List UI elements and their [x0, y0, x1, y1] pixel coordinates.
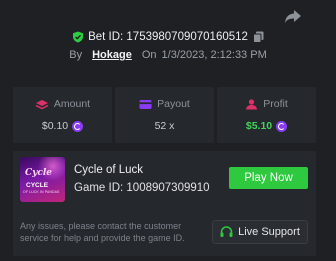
game-thumbnail[interactable]: Cycle CYCLE OF LUCK IN PANDAS	[20, 157, 65, 202]
on-label: On	[141, 49, 157, 61]
support-note: Any issues, please contact the customer …	[20, 221, 185, 243]
coin-icon	[72, 120, 84, 132]
stat-amount: Amount $0.10	[13, 87, 112, 143]
bet-datetime: 1/3/2023, 2:12:33 PM	[161, 49, 267, 61]
copy-bet-id-icon[interactable]	[252, 31, 264, 43]
bet-id-row: Bet ID: 1753980709070160512	[0, 29, 336, 45]
stat-payout: Payout 52 x	[115, 87, 214, 143]
bet-id: Bet ID: 1753980709070160512	[88, 31, 248, 43]
amount-icon	[35, 99, 49, 109]
user-link[interactable]: Hokage	[92, 49, 132, 61]
share-icon[interactable]	[283, 6, 303, 26]
stat-payout-label: Payout	[157, 98, 190, 110]
play-now-button[interactable]: Play Now	[229, 167, 308, 189]
game-name: Cycle of Luck	[74, 164, 144, 176]
stat-profit-label: Profit	[263, 98, 288, 110]
stat-amount-value: $0.10	[41, 120, 69, 132]
thumb-subtitle: CYCLE	[26, 182, 49, 189]
game-card: Cycle CYCLE OF LUCK IN PANDAS Cycle of L…	[13, 151, 316, 256]
verified-shield-icon	[72, 31, 84, 43]
stat-profit-value: $5.10	[245, 120, 273, 132]
bet-stats: Amount $0.10 Payout 52 x Profit $5.10	[13, 87, 316, 143]
stat-amount-label: Amount	[53, 98, 91, 110]
live-support-button[interactable]: Live Support	[212, 220, 308, 244]
bet-detail-panel: Bet ID: 1753980709070160512 By Hokage On…	[0, 0, 336, 261]
stat-payout-value: 52 x	[154, 120, 175, 132]
coin-icon	[276, 120, 288, 132]
bet-author-row: By Hokage On 1/3/2023, 2:12:33 PM	[0, 48, 336, 62]
thumb-title: Cycle	[25, 168, 53, 178]
live-support-label: Live Support	[238, 226, 300, 238]
by-label: By	[69, 49, 83, 61]
profit-icon	[246, 98, 258, 109]
game-id: Game ID: 1008907309910	[74, 182, 210, 194]
stat-profit: Profit $5.10	[217, 87, 316, 143]
thumb-tagline: OF LUCK IN PANDAS	[23, 190, 60, 194]
headset-icon	[220, 226, 233, 237]
payout-icon	[139, 99, 152, 109]
